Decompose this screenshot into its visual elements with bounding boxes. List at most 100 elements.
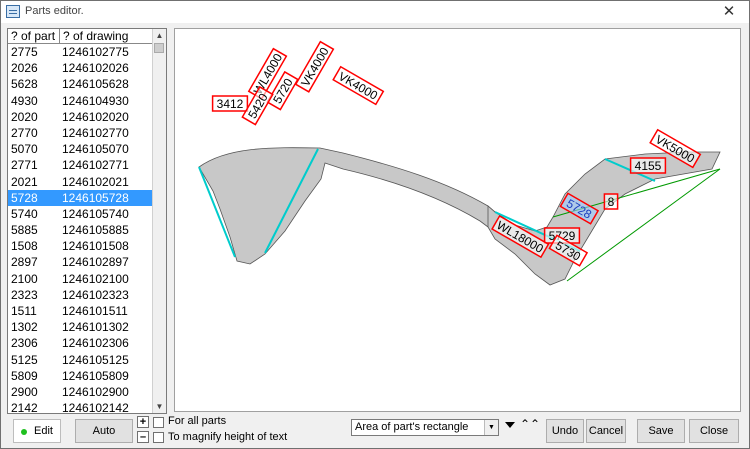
part-label[interactable]: VK4000 <box>294 40 335 93</box>
list-row[interactable]: 5070 1246105070 <box>8 141 154 157</box>
magnify-text-label: To magnify height of text <box>168 431 288 443</box>
part-number-cell: 2021 <box>11 174 38 189</box>
right-part-shape <box>487 151 721 286</box>
part-label[interactable]: VK4000 <box>332 65 385 106</box>
part-label[interactable]: 3412 <box>211 95 249 112</box>
list-row[interactable]: 2775 1246102775 <box>8 44 154 60</box>
scroll-thumb[interactable] <box>154 43 164 53</box>
list-row[interactable]: 2026 1246102026 <box>8 60 154 76</box>
drawing-canvas[interactable]: 3412 WL4000 5720 VK4000 5420 VK4000 4155 VK5000… <box>174 28 741 412</box>
drawing-number-cell: 1246102775 <box>62 45 129 59</box>
parts-list[interactable]: ? of part ? of drawing 2775 1246102775 202… <box>7 28 167 414</box>
auto-button[interactable]: Auto <box>75 419 133 443</box>
part-number-cell: 2900 <box>11 384 38 399</box>
scroll-up-icon[interactable]: ▲ <box>153 29 166 42</box>
drawing-number-cell: 1246105125 <box>62 352 129 367</box>
label-text: 3412 <box>217 97 244 111</box>
list-row[interactable]: 4930 1246104930 <box>8 93 154 109</box>
part-number-cell: 4930 <box>11 93 38 108</box>
scroll-down-icon[interactable]: ▼ <box>153 400 166 413</box>
column-header-part-number[interactable]: ? of part <box>8 29 60 43</box>
label-text: 8 <box>608 195 615 209</box>
list-row[interactable]: 2323 1246102323 <box>8 287 154 303</box>
list-row[interactable]: 5809 1246105809 <box>8 368 154 384</box>
sort-criteria-select[interactable]: Area of part's rectangle ▼ <box>351 419 499 436</box>
part-number-cell: 2306 <box>11 336 38 351</box>
drawing-number-cell: 1246101302 <box>62 320 129 335</box>
drawing-number-cell: 1246105809 <box>62 368 129 383</box>
list-rows: 2775 1246102775 2026 1246102026 5628 12461056… <box>8 44 154 414</box>
part-number-cell: 5885 <box>11 223 38 238</box>
magnify-text-checkbox[interactable] <box>153 432 164 443</box>
move-down-icon[interactable] <box>505 422 515 428</box>
app-icon <box>6 5 20 18</box>
part-number-cell: 1302 <box>11 320 38 335</box>
list-row[interactable]: 2770 1246102770 <box>8 125 154 141</box>
column-header-drawing-number[interactable]: ? of drawing <box>60 29 154 43</box>
part-label[interactable]: 8 <box>603 193 619 210</box>
part-label[interactable]: 4155 <box>629 157 667 174</box>
list-row[interactable]: 1511 1246101511 <box>8 303 154 319</box>
part-number-cell: 2142 <box>11 401 38 414</box>
close-button[interactable]: Close <box>689 419 739 443</box>
part-number-cell: 2770 <box>11 125 38 140</box>
part-number-cell: 2100 <box>11 271 38 286</box>
part-number-cell: 1508 <box>11 239 38 254</box>
window-close-button[interactable]: ✕ <box>714 1 744 23</box>
list-row[interactable]: 2142 1246102142 <box>8 400 154 414</box>
drawing-number-cell: 1246102021 <box>62 174 129 189</box>
for-all-parts-checkbox[interactable] <box>153 417 164 428</box>
window-title: Parts editor. <box>25 5 84 17</box>
bottom-toolbar: Edit Auto + – For all parts To magnify h… <box>1 415 749 448</box>
part-number-cell: 1511 <box>11 304 37 318</box>
drawing-number-cell: 1246102897 <box>62 255 129 270</box>
drawing-number-cell: 1246102142 <box>62 401 129 414</box>
list-row[interactable]: 1302 1246101302 <box>8 319 154 335</box>
drawing-number-cell: 1246101508 <box>62 239 129 254</box>
drawing-number-cell: 1246105628 <box>62 77 129 92</box>
list-scrollbar[interactable]: ▲ ▼ <box>152 29 166 413</box>
cancel-button[interactable]: Cancel <box>586 419 626 443</box>
part-number-cell: 5125 <box>11 352 38 367</box>
list-row[interactable]: 5125 1246105125 <box>8 352 154 368</box>
drawing-number-cell: 1246102771 <box>62 158 129 173</box>
list-row[interactable]: 2306 1246102306 <box>8 335 154 351</box>
drawing-number-cell: 1246105740 <box>62 206 129 221</box>
part-number-cell: 5628 <box>11 77 38 92</box>
list-row[interactable]: 1508 1246101508 <box>8 238 154 254</box>
drawing-number-cell: 1246102770 <box>62 125 129 140</box>
edit-label: Edit <box>34 425 53 437</box>
dropdown-arrow-icon[interactable]: ▼ <box>484 420 498 435</box>
list-row[interactable]: 2771 1246102771 <box>8 157 154 173</box>
part-number-cell: 5070 <box>11 142 38 157</box>
part-number-cell: 2323 <box>11 287 38 302</box>
parts-drawing: 3412WL40005720VK40005420VK40004155VK5000… <box>198 40 721 286</box>
title-bar: Parts editor. ✕ <box>1 1 749 23</box>
drawing-number-cell: 1246105728 <box>62 190 129 205</box>
plus-button[interactable]: + <box>137 416 149 428</box>
list-row[interactable]: 2897 1246102897 <box>8 254 154 270</box>
list-row[interactable]: 5728 1246105728 <box>8 189 154 206</box>
list-row[interactable]: 5628 1246105628 <box>8 76 154 92</box>
undo-button[interactable]: Undo <box>546 419 584 443</box>
list-row[interactable]: 2100 1246102100 <box>8 271 154 287</box>
part-number-cell: 2026 <box>11 61 38 76</box>
move-top-icon[interactable]: ⌃⌃ <box>520 416 540 432</box>
part-number-cell: 2771 <box>11 158 38 173</box>
parts-editor-window: Parts editor. ✕ ? of part ? of drawing 2… <box>0 0 750 449</box>
list-row[interactable]: 5740 1246105740 <box>8 206 154 222</box>
sort-criteria-value: Area of part's rectangle <box>355 421 469 433</box>
list-row[interactable]: 2021 1246102021 <box>8 174 154 190</box>
drawing-number-cell: 1246102900 <box>62 384 129 399</box>
edit-mode-indicator[interactable]: Edit <box>13 419 61 443</box>
list-header: ? of part ? of drawing <box>8 29 154 44</box>
list-row[interactable]: 2900 1246102900 <box>8 384 154 400</box>
save-button[interactable]: Save <box>637 419 685 443</box>
list-row[interactable]: 2020 1246102020 <box>8 109 154 125</box>
drawing-number-cell: 1246105070 <box>62 142 129 157</box>
drawing-number-cell: 1246105885 <box>62 223 129 238</box>
minus-button[interactable]: – <box>137 431 149 443</box>
drawing-number-cell: 1246102026 <box>62 61 129 76</box>
list-row[interactable]: 5885 1246105885 <box>8 222 154 238</box>
drawing-number-cell: 1246101511 <box>62 304 128 318</box>
